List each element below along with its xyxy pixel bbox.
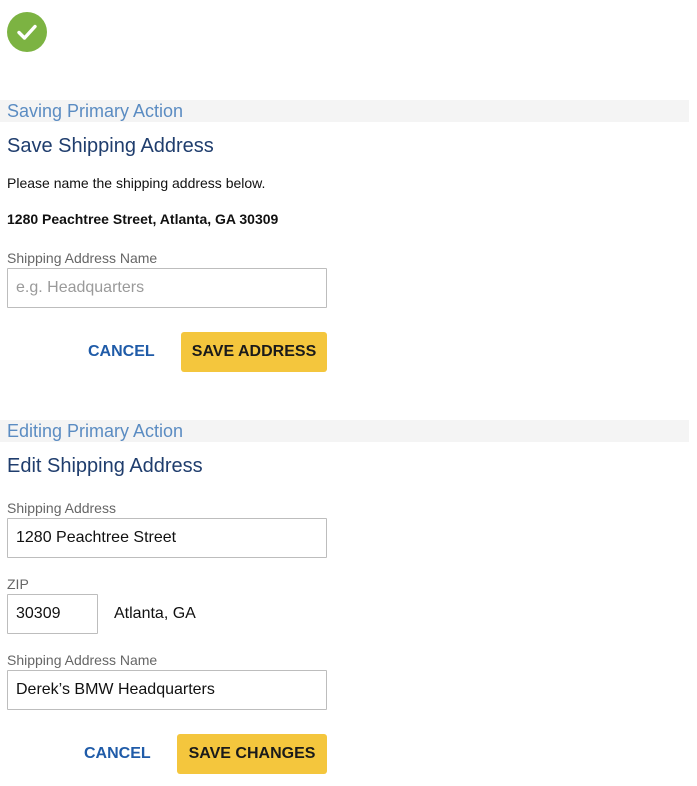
address-summary: 1280 Peachtree Street, Atlanta, GA 30309 (7, 211, 279, 227)
editing-section-label: Editing Primary Action (7, 421, 184, 441)
save-changes-button[interactable]: SAVE CHANGES (177, 734, 327, 774)
edit-shipping-address-title: Edit Shipping Address (7, 455, 203, 477)
shipping-address-name-input[interactable] (7, 268, 327, 308)
cancel-button[interactable]: CANCEL (88, 342, 155, 362)
cancel-edit-button[interactable]: CANCEL (84, 744, 151, 764)
shipping-address-name-input-edit[interactable] (7, 670, 327, 710)
shipping-address-name-label-edit: Shipping Address Name (7, 652, 158, 668)
check-circle-icon (7, 12, 47, 52)
checkmark-icon (17, 24, 37, 40)
shipping-address-label: Shipping Address (7, 500, 116, 516)
save-address-button[interactable]: SAVE ADDRESS (181, 332, 327, 372)
shipping-address-name-label: Shipping Address Name (7, 250, 158, 266)
instruction-text: Please name the shipping address below. (7, 175, 266, 191)
shipping-address-input[interactable] (7, 518, 327, 558)
save-shipping-address-title: Save Shipping Address (7, 135, 214, 157)
city-state-text: Atlanta, GA (114, 605, 196, 622)
zip-input[interactable] (7, 594, 98, 634)
saving-section-label: Saving Primary Action (7, 101, 184, 121)
zip-label: ZIP (7, 576, 29, 592)
